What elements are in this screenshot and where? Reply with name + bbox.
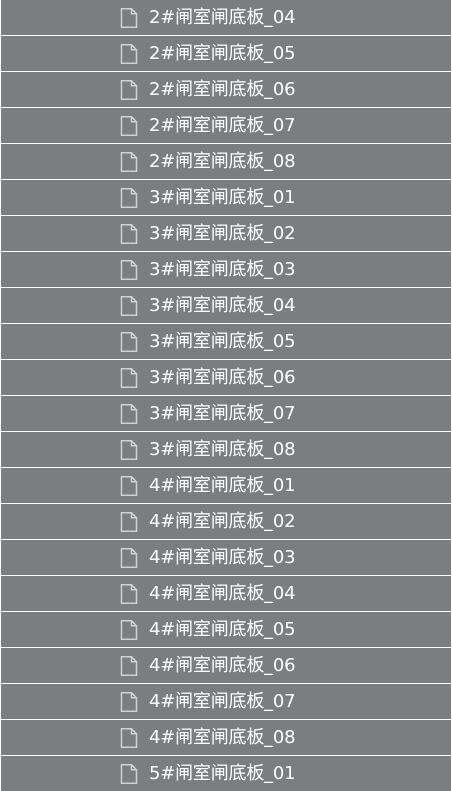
list-item[interactable]: 4#闸室闸底板_06 xyxy=(1,648,451,683)
file-name-label: 4#闸室闸底板_06 xyxy=(149,655,296,676)
list-item[interactable]: 4#闸室闸底板_04 xyxy=(1,576,451,611)
document-icon xyxy=(120,152,138,172)
list-item[interactable]: 3#闸室闸底板_03 xyxy=(1,252,451,287)
file-name-label: 4#闸室闸底板_02 xyxy=(149,511,296,532)
document-icon xyxy=(120,404,138,424)
list-item[interactable]: 4#闸室闸底板_07 xyxy=(1,684,451,719)
file-name-label: 2#闸室闸底板_05 xyxy=(149,43,296,64)
file-name-label: 3#闸室闸底板_01 xyxy=(149,187,296,208)
file-name-label: 4#闸室闸底板_01 xyxy=(149,475,296,496)
document-icon xyxy=(120,728,138,748)
document-icon xyxy=(120,368,138,388)
list-item[interactable]: 3#闸室闸底板_02 xyxy=(1,216,451,251)
document-icon xyxy=(120,512,138,532)
document-icon xyxy=(120,764,138,784)
list-item[interactable]: 2#闸室闸底板_05 xyxy=(1,36,451,71)
list-item[interactable]: 4#闸室闸底板_05 xyxy=(1,612,451,647)
list-item[interactable]: 3#闸室闸底板_08 xyxy=(1,432,451,467)
file-name-label: 3#闸室闸底板_03 xyxy=(149,259,296,280)
file-name-label: 3#闸室闸底板_06 xyxy=(149,367,296,388)
list-item[interactable]: 2#闸室闸底板_07 xyxy=(1,108,451,143)
list-item[interactable]: 3#闸室闸底板_05 xyxy=(1,324,451,359)
document-icon xyxy=(120,8,138,28)
file-name-label: 3#闸室闸底板_07 xyxy=(149,403,296,424)
list-item[interactable]: 3#闸室闸底板_04 xyxy=(1,288,451,323)
file-list: 2#闸室闸底板_04 2#闸室闸底板_05 2#闸室闸底板_06 2#闸室闸底板_07… xyxy=(0,0,452,791)
list-item[interactable]: 2#闸室闸底板_04 xyxy=(1,0,451,35)
document-icon xyxy=(120,44,138,64)
file-name-label: 3#闸室闸底板_02 xyxy=(149,223,296,244)
list-item[interactable]: 3#闸室闸底板_07 xyxy=(1,396,451,431)
list-item[interactable]: 3#闸室闸底板_06 xyxy=(1,360,451,395)
file-name-label: 5#闸室闸底板_01 xyxy=(149,763,296,784)
list-item[interactable]: 4#闸室闸底板_03 xyxy=(1,540,451,575)
list-item[interactable]: 5#闸室闸底板_01 xyxy=(1,756,451,791)
document-icon xyxy=(120,224,138,244)
file-name-label: 2#闸室闸底板_04 xyxy=(149,7,296,28)
document-icon xyxy=(120,116,138,136)
document-icon xyxy=(120,296,138,316)
document-icon xyxy=(120,584,138,604)
document-icon xyxy=(120,440,138,460)
list-item[interactable]: 4#闸室闸底板_02 xyxy=(1,504,451,539)
file-name-label: 4#闸室闸底板_05 xyxy=(149,619,296,640)
file-name-label: 4#闸室闸底板_08 xyxy=(149,727,296,748)
file-name-label: 4#闸室闸底板_04 xyxy=(149,583,296,604)
document-icon xyxy=(120,188,138,208)
file-name-label: 4#闸室闸底板_07 xyxy=(149,691,296,712)
document-icon xyxy=(120,656,138,676)
document-icon xyxy=(120,620,138,640)
file-name-label: 2#闸室闸底板_08 xyxy=(149,151,296,172)
file-name-label: 3#闸室闸底板_05 xyxy=(149,331,296,352)
document-icon xyxy=(120,548,138,568)
file-name-label: 2#闸室闸底板_06 xyxy=(149,79,296,100)
file-name-label: 3#闸室闸底板_08 xyxy=(149,439,296,460)
document-icon xyxy=(120,80,138,100)
document-icon xyxy=(120,692,138,712)
document-icon xyxy=(120,260,138,280)
list-item[interactable]: 3#闸室闸底板_01 xyxy=(1,180,451,215)
list-item[interactable]: 2#闸室闸底板_06 xyxy=(1,72,451,107)
list-item[interactable]: 4#闸室闸底板_01 xyxy=(1,468,451,503)
file-name-label: 2#闸室闸底板_07 xyxy=(149,115,296,136)
document-icon xyxy=(120,476,138,496)
list-item[interactable]: 2#闸室闸底板_08 xyxy=(1,144,451,179)
list-item[interactable]: 4#闸室闸底板_08 xyxy=(1,720,451,755)
file-name-label: 3#闸室闸底板_04 xyxy=(149,295,296,316)
file-name-label: 4#闸室闸底板_03 xyxy=(149,547,296,568)
document-icon xyxy=(120,332,138,352)
